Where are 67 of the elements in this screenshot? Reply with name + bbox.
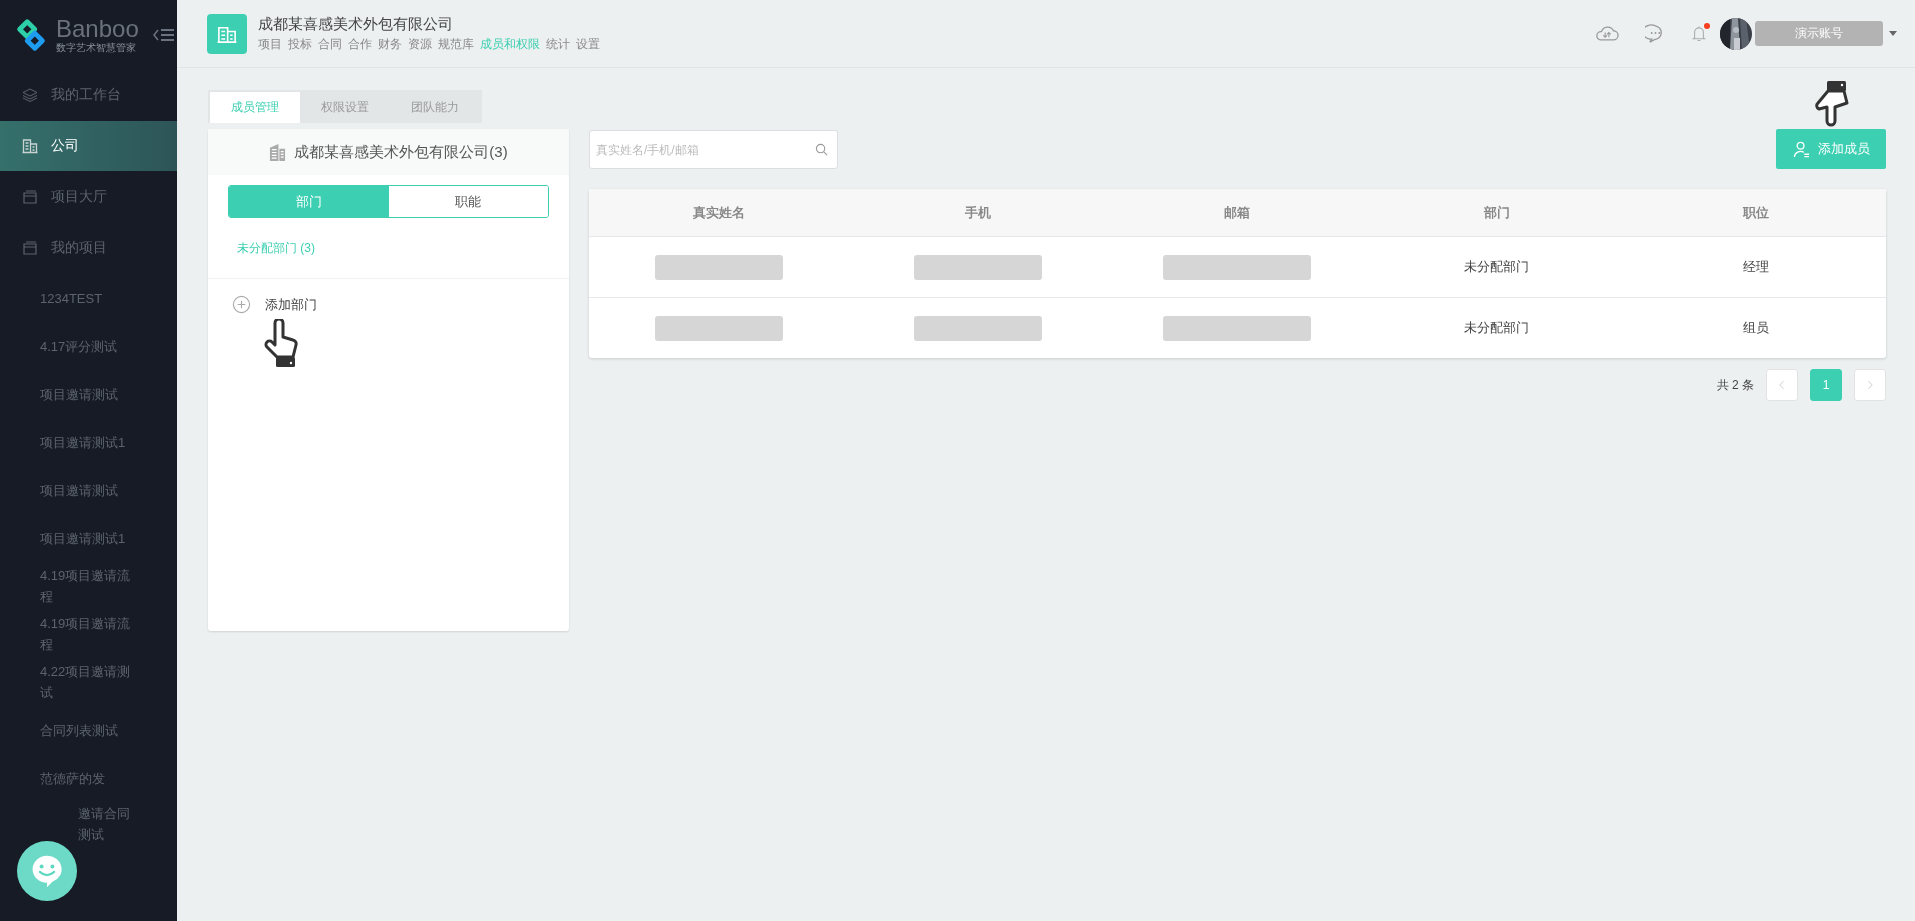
window-icon [22, 189, 38, 205]
project-item[interactable]: 范德萨的发 [0, 754, 177, 802]
sidebar-item[interactable]: 我的项目 [0, 223, 177, 273]
nav-link[interactable]: 规范库 [438, 35, 474, 53]
project-item[interactable]: 合同列表测试 [0, 706, 177, 754]
table-cell: 未分配部门 [1464, 319, 1530, 337]
nav-link[interactable]: 资源 [408, 35, 432, 53]
sidebar-item[interactable]: 公司 [0, 121, 177, 171]
project-item[interactable]: 4.19项目邀请流 程 [0, 610, 177, 658]
total-count: 共 2 条 [1716, 376, 1754, 394]
nav-link[interactable]: 设置 [576, 35, 600, 53]
project-item[interactable]: 项目邀请测试1 [0, 514, 177, 562]
nav-link[interactable]: 财务 [378, 35, 402, 53]
department-item[interactable]: 未分配部门 (3) [208, 218, 569, 279]
segment-button[interactable]: 部门 [229, 186, 389, 217]
project-item[interactable]: 项目邀请测试1 [0, 418, 177, 466]
tab[interactable]: 权限设置 [300, 92, 390, 123]
nav-link[interactable]: 统计 [546, 35, 570, 53]
project-item[interactable]: 项目邀请测试 [0, 370, 177, 418]
next-page-button[interactable] [1854, 369, 1886, 401]
add-user-icon [1792, 140, 1810, 158]
bell-icon[interactable] [1692, 24, 1706, 43]
window-icon [22, 240, 38, 256]
building-icon [269, 142, 287, 162]
project-item[interactable]: 4.17评分测试 [0, 322, 177, 370]
add-member-button[interactable]: 添加成员 [1776, 129, 1886, 169]
project-item[interactable]: 邀请合同 测试 [0, 802, 177, 846]
chevron-right-icon [1867, 380, 1873, 390]
column-header: 手机 [965, 203, 992, 222]
column-header: 真实姓名 [692, 203, 745, 222]
tab[interactable]: 成员管理 [210, 92, 300, 123]
project-item[interactable]: 4.22项目邀请测 试 [0, 658, 177, 706]
building-icon [22, 138, 38, 154]
column-header: 邮箱 [1224, 203, 1251, 222]
nav-link[interactable]: 合同 [318, 35, 342, 53]
chat-support-button[interactable] [17, 841, 77, 901]
column-header: 部门 [1483, 203, 1510, 222]
search-icon [815, 143, 828, 156]
company-name: 成都某喜感美术外包有限公司 [258, 14, 454, 34]
user-name[interactable]: 演示账号 [1755, 21, 1883, 46]
nav-link[interactable]: 投标 [288, 35, 312, 53]
table-cell: 经理 [1743, 258, 1770, 276]
tab[interactable]: 团队能力 [390, 92, 480, 123]
previous-page-button[interactable] [1766, 369, 1798, 401]
search-field[interactable]: 真实姓名/手机/邮箱 [589, 130, 838, 169]
nav-link[interactable]: 合作 [348, 35, 372, 53]
add-department-link[interactable]: 添加部门 [265, 295, 317, 314]
page-button[interactable]: 1 [1810, 369, 1842, 401]
logo-tagline: 数字艺术智慧管家 [56, 42, 137, 54]
nav-link[interactable]: 成员和权限 [480, 35, 540, 53]
org-title: 成都某喜感美术外包有限公司(3) [294, 142, 508, 162]
sidebar-item[interactable]: 我的工作台 [0, 70, 177, 120]
collapse-menu-icon[interactable] [152, 28, 175, 42]
layers-icon [22, 87, 38, 103]
table-cell: 组员 [1743, 319, 1770, 337]
chevron-left-icon [1779, 380, 1785, 390]
sidebar-item[interactable]: 项目大厅 [0, 172, 177, 222]
cloud-sync-icon[interactable] [1595, 25, 1619, 42]
nav-link[interactable]: 项目 [258, 35, 282, 53]
project-item[interactable]: 1234TEST [0, 274, 177, 322]
plus-circle-icon[interactable] [232, 295, 251, 314]
caret-icon[interactable] [1889, 31, 1897, 36]
table-cell: 未分配部门 [1464, 258, 1530, 276]
project-item[interactable]: 4.19项目邀请流 程 [0, 562, 177, 610]
project-item[interactable]: 项目邀请测试 [0, 466, 177, 514]
logo-name: Banboo [56, 16, 139, 42]
column-header: 职位 [1743, 203, 1770, 222]
